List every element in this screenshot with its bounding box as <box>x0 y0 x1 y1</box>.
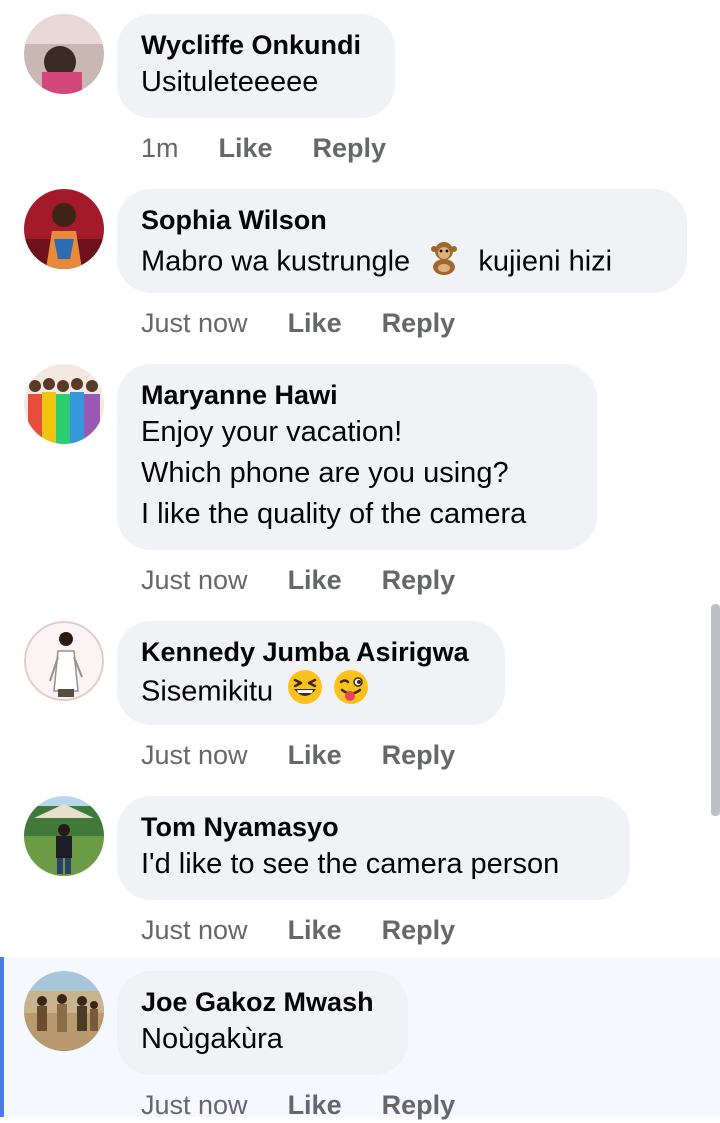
reply-button[interactable]: Reply <box>382 308 456 339</box>
comment-bubble[interactable]: Wycliffe Onkundi Usituleteeeee <box>117 14 395 118</box>
reply-button[interactable]: Reply <box>313 133 387 164</box>
comment-tom: Tom Nyamasyo I'd like to see the camera … <box>0 787 720 957</box>
comment-actions: Just now Like Reply <box>141 562 495 598</box>
comment-text: Sisemikitu <box>141 669 481 717</box>
timestamp[interactable]: Just now <box>141 915 248 946</box>
monkey-emoji <box>424 237 464 289</box>
like-button[interactable]: Like <box>288 565 342 596</box>
comment-sophia: Sophia Wilson Mabro wa kustrungle kujien… <box>0 180 720 355</box>
scrollbar-thumb[interactable] <box>711 604 720 816</box>
like-button[interactable]: Like <box>219 133 273 164</box>
comment-text-line: Enjoy your vacation! <box>141 416 403 448</box>
avatar[interactable] <box>24 621 104 701</box>
comment-maryanne: Maryanne Hawi Enjoy your vacation! Which… <box>0 355 720 612</box>
comment-kennedy: Kennedy Jumba Asirigwa Sisemikitu Just n… <box>0 612 720 787</box>
timestamp[interactable]: Just now <box>141 308 248 339</box>
comment-actions: Just now Like Reply <box>141 305 495 341</box>
comment-text-part: kujieni hizi <box>478 245 613 278</box>
author-name[interactable]: Tom Nyamasyo <box>141 810 606 844</box>
winking-tongue-emoji <box>333 669 369 717</box>
laughing-squint-emoji <box>287 669 323 717</box>
like-button[interactable]: Like <box>288 308 342 339</box>
avatar[interactable] <box>24 364 104 444</box>
author-name[interactable]: Sophia Wilson <box>141 203 663 237</box>
comment-text: Usituleteeeee <box>141 66 319 98</box>
avatar[interactable] <box>24 796 104 876</box>
comment-joe: Joe Gakoz Mwash Noùgakùra Just now Like … <box>0 957 720 1120</box>
comment-text-part: Mabro wa kustrungle <box>141 245 411 278</box>
comment-text: Mabro wa kustrungle kujieni hizi <box>141 237 663 289</box>
comment-text-line: I like the quality of the camera <box>141 498 527 530</box>
comment-text-line: Which phone are you using? <box>141 457 509 489</box>
comment-actions: 1m Like Reply <box>141 130 426 166</box>
avatar[interactable] <box>24 14 104 94</box>
comment-actions: Just now Like Reply <box>141 737 495 773</box>
author-name[interactable]: Joe Gakoz Mwash <box>141 985 384 1019</box>
comment-bubble[interactable]: Maryanne Hawi Enjoy your vacation! Which… <box>117 364 597 550</box>
author-name[interactable]: Maryanne Hawi <box>141 378 573 412</box>
timestamp[interactable]: Just now <box>141 740 248 771</box>
comment-wycliffe: Wycliffe Onkundi Usituleteeeee 1m Like R… <box>0 0 720 180</box>
reply-button[interactable]: Reply <box>382 915 456 946</box>
like-button[interactable]: Like <box>288 740 342 771</box>
timestamp[interactable]: Just now <box>141 1090 248 1121</box>
author-name[interactable]: Wycliffe Onkundi <box>141 28 371 62</box>
reply-button[interactable]: Reply <box>382 1090 456 1121</box>
comment-actions: Just now Like Reply <box>141 912 495 948</box>
comment-text: I'd like to see the camera person <box>141 848 560 880</box>
comment-text-part: Sisemikitu <box>141 675 274 708</box>
like-button[interactable]: Like <box>288 915 342 946</box>
comment-bubble[interactable]: Joe Gakoz Mwash Noùgakùra <box>117 971 408 1075</box>
comment-bubble[interactable]: Sophia Wilson Mabro wa kustrungle kujien… <box>117 189 687 293</box>
avatar[interactable] <box>24 189 104 269</box>
avatar[interactable] <box>24 971 104 1051</box>
comment-text: Noùgakùra <box>141 1023 283 1055</box>
comment-bubble[interactable]: Kennedy Jumba Asirigwa Sisemikitu <box>117 621 505 725</box>
reply-button[interactable]: Reply <box>382 740 456 771</box>
author-name[interactable]: Kennedy Jumba Asirigwa <box>141 635 481 669</box>
timestamp[interactable]: Just now <box>141 565 248 596</box>
reply-button[interactable]: Reply <box>382 565 456 596</box>
timestamp[interactable]: 1m <box>141 133 179 164</box>
comment-bubble[interactable]: Tom Nyamasyo I'd like to see the camera … <box>117 796 630 900</box>
like-button[interactable]: Like <box>288 1090 342 1121</box>
comment-actions: Just now Like Reply <box>141 1087 495 1123</box>
